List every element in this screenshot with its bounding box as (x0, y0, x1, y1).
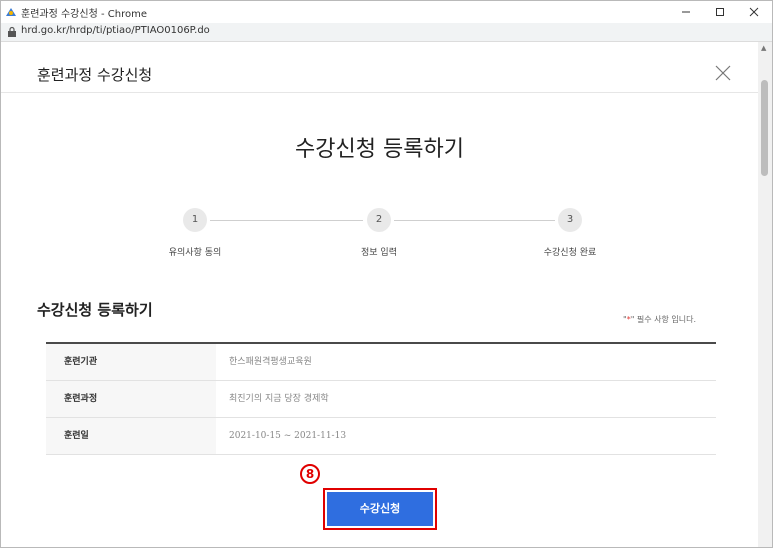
row-label: 훈련기관 (46, 344, 216, 380)
chrome-app-icon (6, 8, 16, 16)
row-value: 2021-10-15 ~ 2021-11-13 (229, 431, 347, 441)
step-connector (394, 220, 555, 221)
close-icon (749, 7, 759, 17)
step-1-label: 유의사항 동의 (168, 248, 222, 258)
address-bar[interactable]: hrd.go.kr/hrdp/ti/ptiao/PTIAO0106P.do (1, 23, 772, 42)
row-value: 한스패원격평생교육원 (229, 357, 312, 367)
scrollbar[interactable]: ▲ (758, 42, 772, 547)
maximize-button[interactable] (705, 1, 735, 23)
step-1-circle: 1 (183, 208, 207, 232)
window-close-button[interactable] (739, 1, 769, 23)
step-2-label: 정보 입력 (361, 248, 397, 258)
row-label: 훈련과정 (46, 381, 216, 417)
row-value: 최진기의 지금 당장 경제학 (229, 394, 329, 404)
page-heading: 수강신청 등록하기 (295, 137, 464, 162)
modal-close-icon[interactable] (713, 63, 733, 83)
minimize-button[interactable] (671, 1, 701, 23)
section-title: 수강신청 등록하기 (37, 301, 153, 319)
scroll-thumb[interactable] (761, 80, 768, 176)
table-row: 훈련기관 한스패원격평생교육원 (46, 344, 716, 381)
modal-title: 훈련과정 수강신청 (37, 66, 153, 84)
step-3-label: 수강신청 완료 (543, 248, 597, 258)
required-note-text: " 필수 사항 입니다. (630, 315, 697, 324)
minimize-icon (682, 11, 690, 13)
browser-window: 훈련과정 수강신청 - Chrome hrd.go.kr/hrdp/ti/pti… (0, 0, 773, 548)
step-annotation-marker: 8 (300, 464, 320, 484)
modal-header: 훈련과정 수강신청 (1, 42, 758, 93)
maximize-icon (716, 8, 724, 16)
apply-button[interactable]: 수강신청 (327, 492, 433, 526)
step-3-circle: 3 (558, 208, 582, 232)
table-row: 훈련일 2021-10-15 ~ 2021-11-13 (46, 418, 716, 455)
required-note: "*" 필수 사항 입니다. (623, 314, 696, 325)
table-row: 훈련과정 최진기의 지금 당장 경제학 (46, 381, 716, 418)
row-label: 훈련일 (46, 418, 216, 454)
url-text: hrd.go.kr/hrdp/ti/ptiao/PTIAO0106P.do (21, 25, 210, 36)
step-connector (210, 220, 363, 221)
info-table: 훈련기관 한스패원격평생교육원 훈련과정 최진기의 지금 당장 경제학 훈련일 … (46, 342, 716, 455)
lock-icon (8, 26, 16, 37)
title-bar: 훈련과정 수강신청 - Chrome (1, 1, 772, 23)
step-2-circle: 2 (367, 208, 391, 232)
window-title: 훈련과정 수강신청 - Chrome (21, 9, 147, 20)
scroll-up-arrow[interactable]: ▲ (761, 44, 766, 52)
